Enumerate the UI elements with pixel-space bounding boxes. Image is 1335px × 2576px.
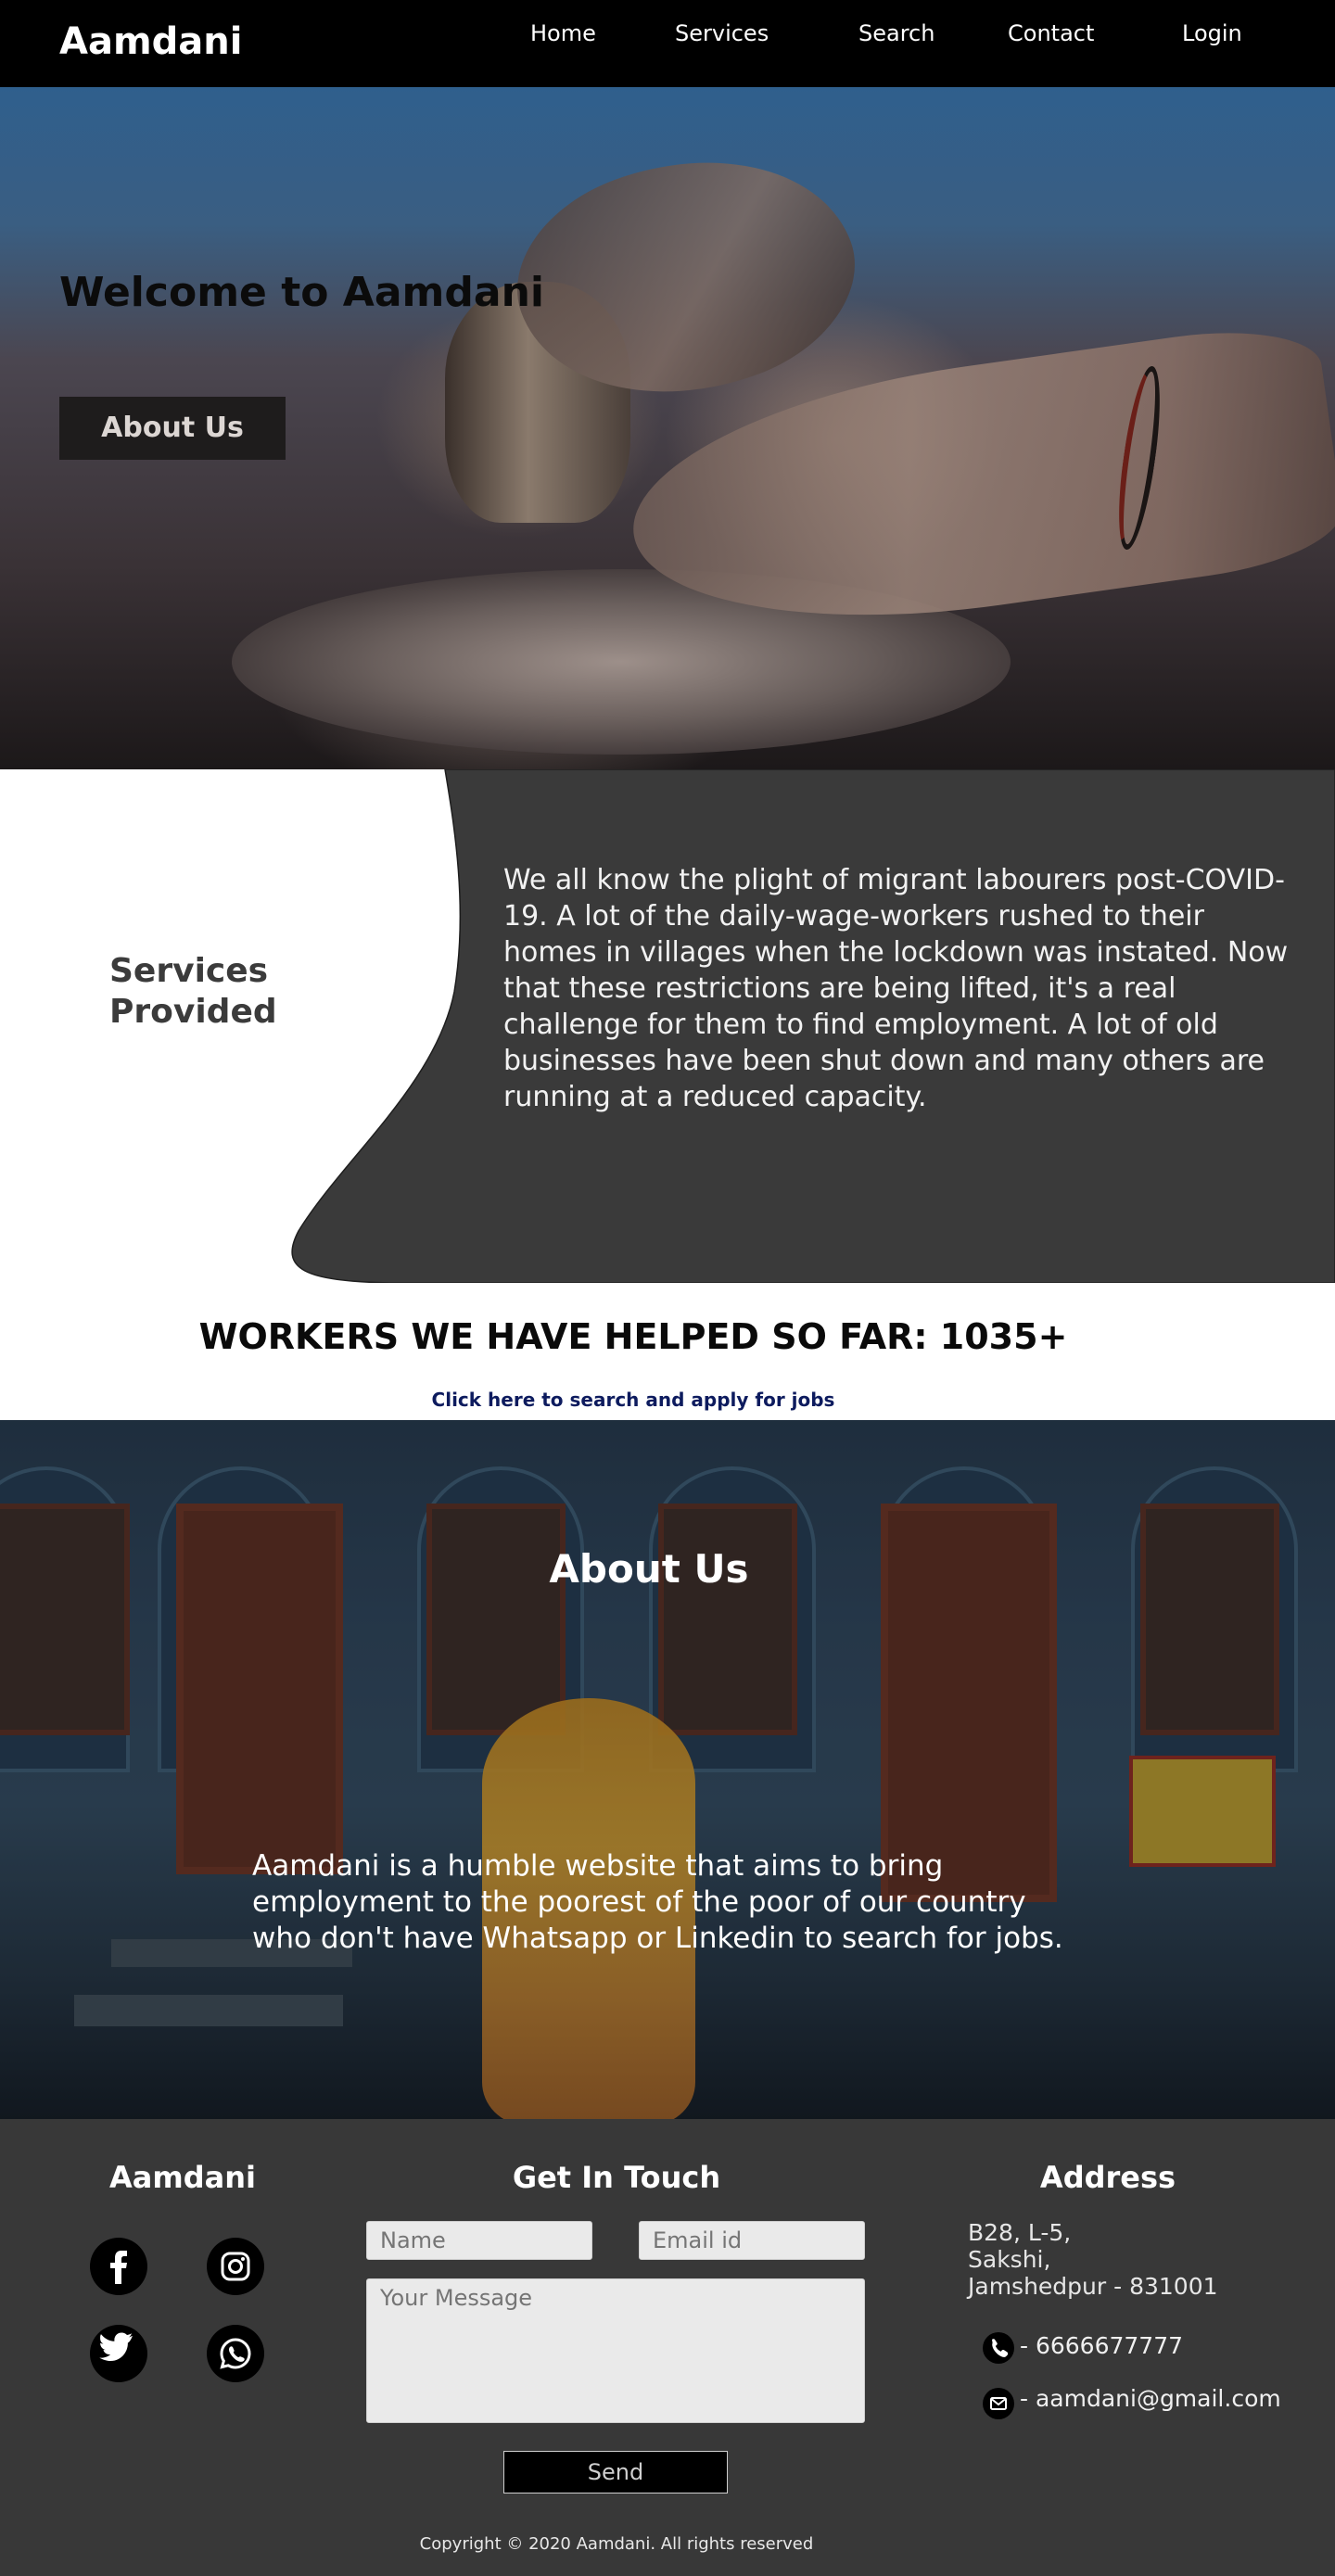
about-section: About Us Aamdani is a humble website tha… xyxy=(0,1420,1335,2119)
about-us-button[interactable]: About Us xyxy=(59,397,286,460)
whatsapp-icon[interactable] xyxy=(207,2325,264,2382)
name-input[interactable] xyxy=(366,2221,592,2260)
nav-search[interactable]: Search xyxy=(858,20,934,46)
brand-logo[interactable]: Aamdani xyxy=(59,20,242,63)
hero-section: Welcome to Aamdani About Us xyxy=(0,87,1335,769)
twitter-icon[interactable] xyxy=(90,2325,147,2382)
contact-title: Get In Touch xyxy=(512,2160,721,2195)
search-jobs-link[interactable]: Click here to search and apply for jobs xyxy=(0,1389,1266,1411)
services-title-line2: Provided xyxy=(109,993,277,1031)
email-input[interactable] xyxy=(639,2221,865,2260)
hero-title: Welcome to Aamdani xyxy=(59,269,544,316)
copyright-text: Copyright © 2020 Aamdani. All rights res… xyxy=(419,2534,814,2554)
instagram-icon[interactable] xyxy=(207,2238,264,2295)
nav-contact[interactable]: Contact xyxy=(1008,20,1094,46)
footer-brand: Aamdani xyxy=(109,2160,256,2195)
mail-icon xyxy=(983,2388,1014,2419)
about-overlay xyxy=(0,1420,1335,2119)
address-line: Sakshi, xyxy=(968,2246,1051,2273)
workers-counter-section: WORKERS WE HAVE HELPED SO FAR: 1035+ Cli… xyxy=(0,1283,1335,1420)
services-title: Services Provided xyxy=(109,951,277,1033)
site-header: Aamdani Home Services Search Contact Log… xyxy=(0,0,1335,87)
nav-home[interactable]: Home xyxy=(530,20,596,46)
services-title-line1: Services xyxy=(109,952,269,990)
message-textarea[interactable] xyxy=(366,2278,865,2423)
about-title: About Us xyxy=(549,1546,749,1592)
send-button[interactable]: Send xyxy=(503,2451,728,2494)
nav-login[interactable]: Login xyxy=(1182,20,1242,46)
about-description: Aamdani is a humble website that aims to… xyxy=(252,1849,1063,1955)
workers-counter-title: WORKERS WE HAVE HELPED SO FAR: 1035+ xyxy=(198,1316,1068,1357)
site-footer: Aamdani Get In Touch Send Address B28, L… xyxy=(0,2119,1335,2576)
address-line: B28, L-5, xyxy=(968,2219,1072,2246)
phone-icon xyxy=(983,2332,1014,2364)
address-line: Jamshedpur - 831001 xyxy=(968,2273,1218,2300)
email-address[interactable]: - aamdani@gmail.com xyxy=(1020,2385,1281,2412)
facebook-icon[interactable] xyxy=(90,2238,147,2295)
services-description: We all know the plight of migrant labour… xyxy=(503,864,1289,1113)
phone-number[interactable]: - 6666677777 xyxy=(1020,2332,1183,2359)
services-section: Services Provided We all know the plight… xyxy=(0,769,1335,1283)
address-title: Address xyxy=(1039,2160,1176,2195)
nav-services[interactable]: Services xyxy=(675,20,769,46)
